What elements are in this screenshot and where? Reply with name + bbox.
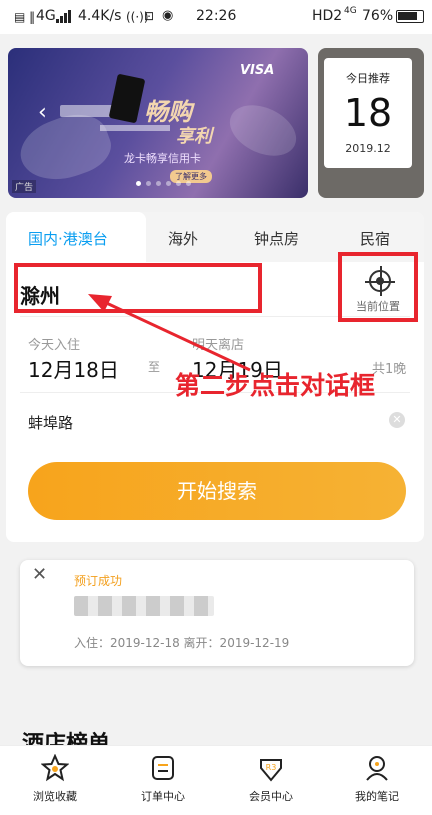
- nav-label: 浏览收藏: [33, 790, 77, 803]
- member-icon: R3: [257, 754, 285, 782]
- nav-label: 订单中心: [141, 790, 185, 803]
- nav-label: 我的笔记: [355, 790, 399, 803]
- notes-icon: [363, 754, 391, 782]
- booking-status: 预订成功: [74, 574, 123, 588]
- nav-member[interactable]: R3 会员中心: [226, 754, 316, 804]
- annotation-text: 第二步点击对话框: [175, 371, 376, 400]
- svg-text:R3: R3: [266, 763, 277, 772]
- booking-dates: 入住：2019-12-18 离开：2019-12-19: [74, 636, 290, 650]
- nav-favorites[interactable]: 浏览收藏: [10, 753, 100, 804]
- annotation-arrow: [88, 294, 251, 372]
- order-icon: [149, 754, 177, 782]
- bottom-nav: 浏览收藏 订单中心 R3 会员中心 我的笔记: [0, 745, 432, 815]
- booking-card[interactable]: ✕ 预订成功 入住：2019-12-18 离开：2019-12-19: [20, 560, 414, 666]
- nav-label: 会员中心: [249, 790, 293, 803]
- nav-orders[interactable]: 订单中心: [118, 754, 208, 804]
- star-icon: [40, 753, 70, 782]
- close-icon[interactable]: ✕: [32, 564, 47, 585]
- hotel-name-blurred: [74, 596, 214, 616]
- nav-notes[interactable]: 我的笔记: [332, 754, 422, 804]
